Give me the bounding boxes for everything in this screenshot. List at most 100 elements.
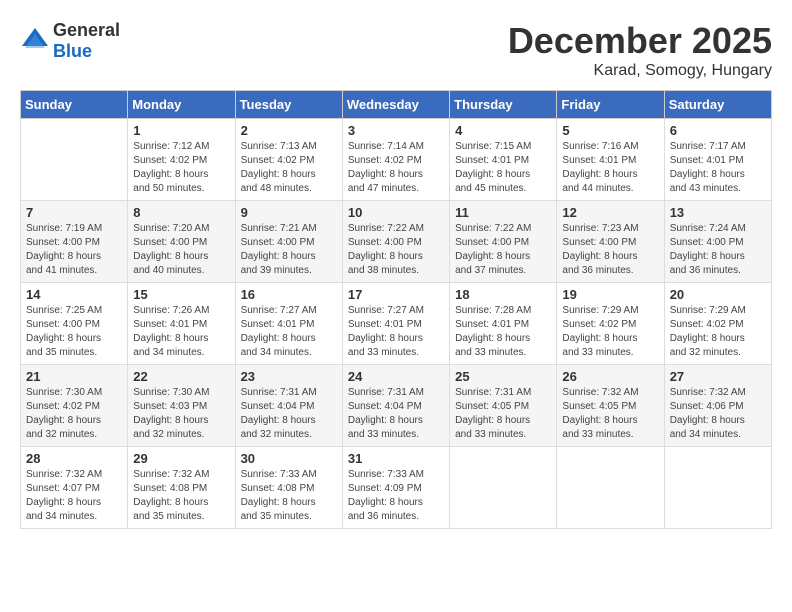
day-info: Sunrise: 7:29 AM Sunset: 4:02 PM Dayligh… <box>670 304 766 360</box>
day-number: 20 <box>670 287 766 302</box>
day-info: Sunrise: 7:26 AM Sunset: 4:01 PM Dayligh… <box>133 304 229 360</box>
day-info: Sunrise: 7:29 AM Sunset: 4:02 PM Dayligh… <box>562 304 658 360</box>
weekday-header-thursday: Thursday <box>450 91 557 119</box>
day-info: Sunrise: 7:33 AM Sunset: 4:08 PM Dayligh… <box>241 468 337 524</box>
day-number: 26 <box>562 369 658 384</box>
calendar-cell: 14 Sunrise: 7:25 AM Sunset: 4:00 PM Dayli… <box>21 283 128 365</box>
calendar-cell: 16Sunrise: 7:27 AM Sunset: 4:01 PM Dayli… <box>235 283 342 365</box>
calendar-cell: 5Sunrise: 7:16 AM Sunset: 4:01 PM Daylig… <box>557 119 664 201</box>
calendar-cell: 3 Sunrise: 7:14 AM Sunset: 4:02 PM Daylig… <box>342 119 449 201</box>
day-info: Sunrise: 7:24 AM Sunset: 4:00 PM Dayligh… <box>670 222 766 278</box>
weekday-header-friday: Friday <box>557 91 664 119</box>
weekday-header-sunday: Sunday <box>21 91 128 119</box>
day-info: Sunrise: 7:27 AM Sunset: 4:01 PM Dayligh… <box>348 304 444 360</box>
day-info: Sunrise: 7:30 AM Sunset: 4:03 PM Dayligh… <box>133 386 229 442</box>
calendar-cell: 9 Sunrise: 7:21 AM Sunset: 4:00 PM Daylig… <box>235 201 342 283</box>
day-info: Sunrise: 7:19 AM Sunset: 4:00 PM Dayligh… <box>26 222 122 278</box>
day-number: 11 <box>455 205 551 220</box>
day-number: 5 <box>562 123 658 138</box>
day-number: 14 <box>26 287 122 302</box>
day-number: 3 <box>348 123 444 138</box>
calendar-cell: 29Sunrise: 7:32 AM Sunset: 4:08 PM Dayli… <box>128 447 235 529</box>
day-info: Sunrise: 7:21 AM Sunset: 4:00 PM Dayligh… <box>241 222 337 278</box>
calendar-cell: 2Sunrise: 7:13 AM Sunset: 4:02 PM Daylig… <box>235 119 342 201</box>
calendar-cell <box>664 447 771 529</box>
weekday-header-row: SundayMondayTuesdayWednesdayThursdayFrid… <box>21 91 772 119</box>
calendar-cell: 13 Sunrise: 7:24 AM Sunset: 4:00 PM Dayli… <box>664 201 771 283</box>
day-info: Sunrise: 7:22 AM Sunset: 4:00 PM Dayligh… <box>455 222 551 278</box>
day-info: Sunrise: 7:27 AM Sunset: 4:01 PM Dayligh… <box>241 304 337 360</box>
weekday-header-monday: Monday <box>128 91 235 119</box>
calendar-cell <box>21 119 128 201</box>
day-number: 25 <box>455 369 551 384</box>
location: Karad, Somogy, Hungary <box>508 62 772 80</box>
day-number: 6 <box>670 123 766 138</box>
calendar-cell: 19 Sunrise: 7:29 AM Sunset: 4:02 PM Dayli… <box>557 283 664 365</box>
calendar-cell: 1 Sunrise: 7:12 AM Sunset: 4:02 PM Daylig… <box>128 119 235 201</box>
calendar-cell: 7 Sunrise: 7:19 AM Sunset: 4:00 PM Daylig… <box>21 201 128 283</box>
day-info: Sunrise: 7:23 AM Sunset: 4:00 PM Dayligh… <box>562 222 658 278</box>
day-info: Sunrise: 7:31 AM Sunset: 4:04 PM Dayligh… <box>241 386 337 442</box>
day-info: Sunrise: 7:17 AM Sunset: 4:01 PM Dayligh… <box>670 140 766 196</box>
day-info: Sunrise: 7:22 AM Sunset: 4:00 PM Dayligh… <box>348 222 444 278</box>
logo-blue: Blue <box>53 41 92 61</box>
day-number: 17 <box>348 287 444 302</box>
day-number: 4 <box>455 123 551 138</box>
day-info: Sunrise: 7:13 AM Sunset: 4:02 PM Dayligh… <box>241 140 337 196</box>
logo-icon <box>20 26 50 56</box>
calendar-cell: 8 Sunrise: 7:20 AM Sunset: 4:00 PM Daylig… <box>128 201 235 283</box>
day-info: Sunrise: 7:25 AM Sunset: 4:00 PM Dayligh… <box>26 304 122 360</box>
weekday-header-wednesday: Wednesday <box>342 91 449 119</box>
day-info: Sunrise: 7:31 AM Sunset: 4:05 PM Dayligh… <box>455 386 551 442</box>
calendar-week-row: 7 Sunrise: 7:19 AM Sunset: 4:00 PM Daylig… <box>21 201 772 283</box>
title-block: December 2025 Karad, Somogy, Hungary <box>508 20 772 80</box>
calendar-cell: 26Sunrise: 7:32 AM Sunset: 4:05 PM Dayli… <box>557 365 664 447</box>
calendar-week-row: 28 Sunrise: 7:32 AM Sunset: 4:07 PM Dayli… <box>21 447 772 529</box>
day-number: 23 <box>241 369 337 384</box>
day-number: 22 <box>133 369 229 384</box>
calendar-cell: 25 Sunrise: 7:31 AM Sunset: 4:05 PM Dayli… <box>450 365 557 447</box>
calendar-cell: 27 Sunrise: 7:32 AM Sunset: 4:06 PM Dayli… <box>664 365 771 447</box>
day-info: Sunrise: 7:28 AM Sunset: 4:01 PM Dayligh… <box>455 304 551 360</box>
day-number: 8 <box>133 205 229 220</box>
calendar-cell: 24Sunrise: 7:31 AM Sunset: 4:04 PM Dayli… <box>342 365 449 447</box>
day-info: Sunrise: 7:14 AM Sunset: 4:02 PM Dayligh… <box>348 140 444 196</box>
day-info: Sunrise: 7:20 AM Sunset: 4:00 PM Dayligh… <box>133 222 229 278</box>
logo: General Blue <box>20 20 120 62</box>
day-number: 1 <box>133 123 229 138</box>
calendar-cell: 17 Sunrise: 7:27 AM Sunset: 4:01 PM Dayli… <box>342 283 449 365</box>
day-number: 27 <box>670 369 766 384</box>
calendar-table: SundayMondayTuesdayWednesdayThursdayFrid… <box>20 90 772 529</box>
calendar-cell: 10Sunrise: 7:22 AM Sunset: 4:00 PM Dayli… <box>342 201 449 283</box>
calendar-cell: 18Sunrise: 7:28 AM Sunset: 4:01 PM Dayli… <box>450 283 557 365</box>
month-title: December 2025 <box>508 20 772 62</box>
day-number: 31 <box>348 451 444 466</box>
calendar-cell: 28 Sunrise: 7:32 AM Sunset: 4:07 PM Dayli… <box>21 447 128 529</box>
day-info: Sunrise: 7:32 AM Sunset: 4:07 PM Dayligh… <box>26 468 122 524</box>
day-info: Sunrise: 7:32 AM Sunset: 4:08 PM Dayligh… <box>133 468 229 524</box>
calendar-cell: 6 Sunrise: 7:17 AM Sunset: 4:01 PM Daylig… <box>664 119 771 201</box>
day-info: Sunrise: 7:15 AM Sunset: 4:01 PM Dayligh… <box>455 140 551 196</box>
calendar-week-row: 1 Sunrise: 7:12 AM Sunset: 4:02 PM Daylig… <box>21 119 772 201</box>
calendar-cell <box>450 447 557 529</box>
day-number: 9 <box>241 205 337 220</box>
calendar-cell <box>557 447 664 529</box>
day-number: 15 <box>133 287 229 302</box>
calendar-cell: 22 Sunrise: 7:30 AM Sunset: 4:03 PM Dayli… <box>128 365 235 447</box>
calendar-cell: 21Sunrise: 7:30 AM Sunset: 4:02 PM Dayli… <box>21 365 128 447</box>
day-number: 30 <box>241 451 337 466</box>
weekday-header-tuesday: Tuesday <box>235 91 342 119</box>
day-number: 28 <box>26 451 122 466</box>
day-number: 7 <box>26 205 122 220</box>
calendar-cell: 30 Sunrise: 7:33 AM Sunset: 4:08 PM Dayli… <box>235 447 342 529</box>
day-info: Sunrise: 7:32 AM Sunset: 4:06 PM Dayligh… <box>670 386 766 442</box>
calendar-cell: 12Sunrise: 7:23 AM Sunset: 4:00 PM Dayli… <box>557 201 664 283</box>
day-number: 21 <box>26 369 122 384</box>
day-number: 19 <box>562 287 658 302</box>
calendar-week-row: 21Sunrise: 7:30 AM Sunset: 4:02 PM Dayli… <box>21 365 772 447</box>
day-number: 13 <box>670 205 766 220</box>
day-info: Sunrise: 7:12 AM Sunset: 4:02 PM Dayligh… <box>133 140 229 196</box>
calendar-cell: 15 Sunrise: 7:26 AM Sunset: 4:01 PM Dayli… <box>128 283 235 365</box>
day-number: 24 <box>348 369 444 384</box>
calendar-cell: 4 Sunrise: 7:15 AM Sunset: 4:01 PM Daylig… <box>450 119 557 201</box>
